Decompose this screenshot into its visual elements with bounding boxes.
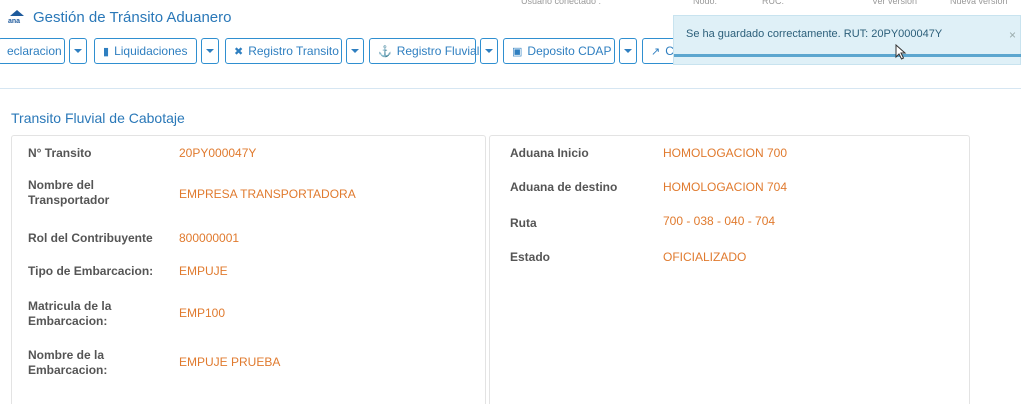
field-nombre-embarcacion: Nombre de la Embarcacion: xyxy=(28,348,107,378)
field-label: N° Transito xyxy=(28,146,92,160)
field-label: Embarcacion: xyxy=(28,363,108,377)
field-label: Ruta xyxy=(510,216,537,230)
file-icon: ▮ xyxy=(103,45,110,58)
liquidaciones-label: Liquidaciones xyxy=(114,44,188,58)
field-label: Aduana Inicio xyxy=(510,146,589,160)
field-value: HOMOLOGACION 704 xyxy=(663,180,788,194)
transit-details-panel: N° Transito 20PY000047Y Nombre del Trans… xyxy=(11,135,486,404)
declaracion-dropdown[interactable] xyxy=(69,38,87,64)
field-label: Embarcacion: xyxy=(28,314,108,328)
field-label: Transportador xyxy=(28,193,110,207)
field-label: Nombre de la xyxy=(28,348,105,362)
registro-transito-button[interactable]: ✖ Registro Transito xyxy=(225,38,342,64)
field-value: 700 - 038 - 040 - 704 xyxy=(663,214,776,228)
ruc-label: RUC: xyxy=(762,0,784,4)
mouse-cursor-icon xyxy=(895,44,907,60)
close-icon[interactable]: × xyxy=(1009,28,1016,42)
field-label: Matricula de la xyxy=(28,299,112,313)
registro-transito-dropdown[interactable] xyxy=(346,38,364,64)
money-icon: ▣ xyxy=(512,45,523,58)
liquidaciones-dropdown[interactable] xyxy=(201,38,219,64)
field-value: OFICIALIZADO xyxy=(663,250,747,264)
registro-fluvial-button[interactable]: ⚓ Registro Fluvial xyxy=(369,38,479,64)
toast-progress-bar xyxy=(674,54,1021,57)
liquidaciones-button[interactable]: ▮ Liquidaciones xyxy=(94,38,197,64)
field-nro-transito: N° Transito xyxy=(28,146,91,161)
logo-roof-icon xyxy=(10,10,24,16)
plane-icon: ✖ xyxy=(234,45,244,58)
version-label: Ver versión xyxy=(872,0,917,4)
field-ruta: Ruta xyxy=(510,216,537,231)
field-label: Estado xyxy=(510,250,551,264)
field-estado: Estado xyxy=(510,250,550,265)
field-value: EMPUJE PRUEBA xyxy=(179,355,281,369)
app-title: Gestión de Tránsito Aduanero xyxy=(33,9,232,26)
field-label: Aduana de destino xyxy=(510,180,618,194)
field-label: Tipo de Embarcacion: xyxy=(28,264,154,278)
line-chart-icon: ↗ xyxy=(651,45,661,58)
deposito-cdap-dropdown[interactable] xyxy=(619,38,637,64)
registro-fluvial-label: Registro Fluvial xyxy=(396,44,480,58)
field-aduana-destino: Aduana de destino xyxy=(510,180,617,195)
route-details-panel: Aduana Inicio HOMOLOGACION 700 Aduana de… xyxy=(489,135,970,404)
field-value: EMP100 xyxy=(179,306,226,320)
field-rol: Rol del Contribuyente xyxy=(28,231,153,246)
new-version-label: Nueva versión xyxy=(950,0,1008,4)
success-toast: Se ha guardado correctamente. RUT: 20PY0… xyxy=(673,15,1021,65)
caret-down-icon xyxy=(485,49,493,53)
field-value: EMPUJE xyxy=(179,264,228,278)
caret-down-icon xyxy=(206,49,214,53)
field-label: Rol del Contribuyente xyxy=(28,231,153,245)
registro-fluvial-dropdown[interactable] xyxy=(480,38,498,64)
field-value: HOMOLOGACION 700 xyxy=(663,146,788,160)
field-value: EMPRESA TRANSPORTADORA xyxy=(179,187,356,201)
ship-icon: ⚓ xyxy=(378,45,392,58)
field-label: Nombre del xyxy=(28,178,95,192)
caret-down-icon xyxy=(624,49,632,53)
deposito-cdap-label: Deposito CDAP xyxy=(527,44,612,58)
logo-text: ana xyxy=(8,18,21,25)
field-transportador: Nombre del Transportador xyxy=(28,178,109,208)
field-aduana-inicio: Aduana Inicio xyxy=(510,146,589,161)
caret-down-icon xyxy=(74,49,82,53)
field-tipo: Tipo de Embarcacion: xyxy=(28,264,153,279)
section-title: Transito Fluvial de Cabotaje xyxy=(11,110,185,126)
header-divider xyxy=(0,88,1021,89)
logo: ana xyxy=(8,8,26,30)
caret-down-icon xyxy=(351,49,359,53)
deposito-cdap-button[interactable]: ▣ Deposito CDAP xyxy=(503,38,615,64)
registro-transito-label: Registro Transito xyxy=(248,44,339,58)
toast-message: Se ha guardado correctamente. RUT: 20PY0… xyxy=(686,28,943,40)
declaracion-button[interactable]: eclaracion xyxy=(0,38,65,64)
field-matricula: Matricula de la Embarcacion: xyxy=(28,299,111,329)
declaracion-label: eclaracion xyxy=(7,44,62,58)
field-value: 800000001 xyxy=(179,231,240,245)
node-label: Nodo: xyxy=(693,0,717,4)
field-value: 20PY000047Y xyxy=(179,146,257,160)
user-label: Usuario conectado : xyxy=(521,0,601,4)
